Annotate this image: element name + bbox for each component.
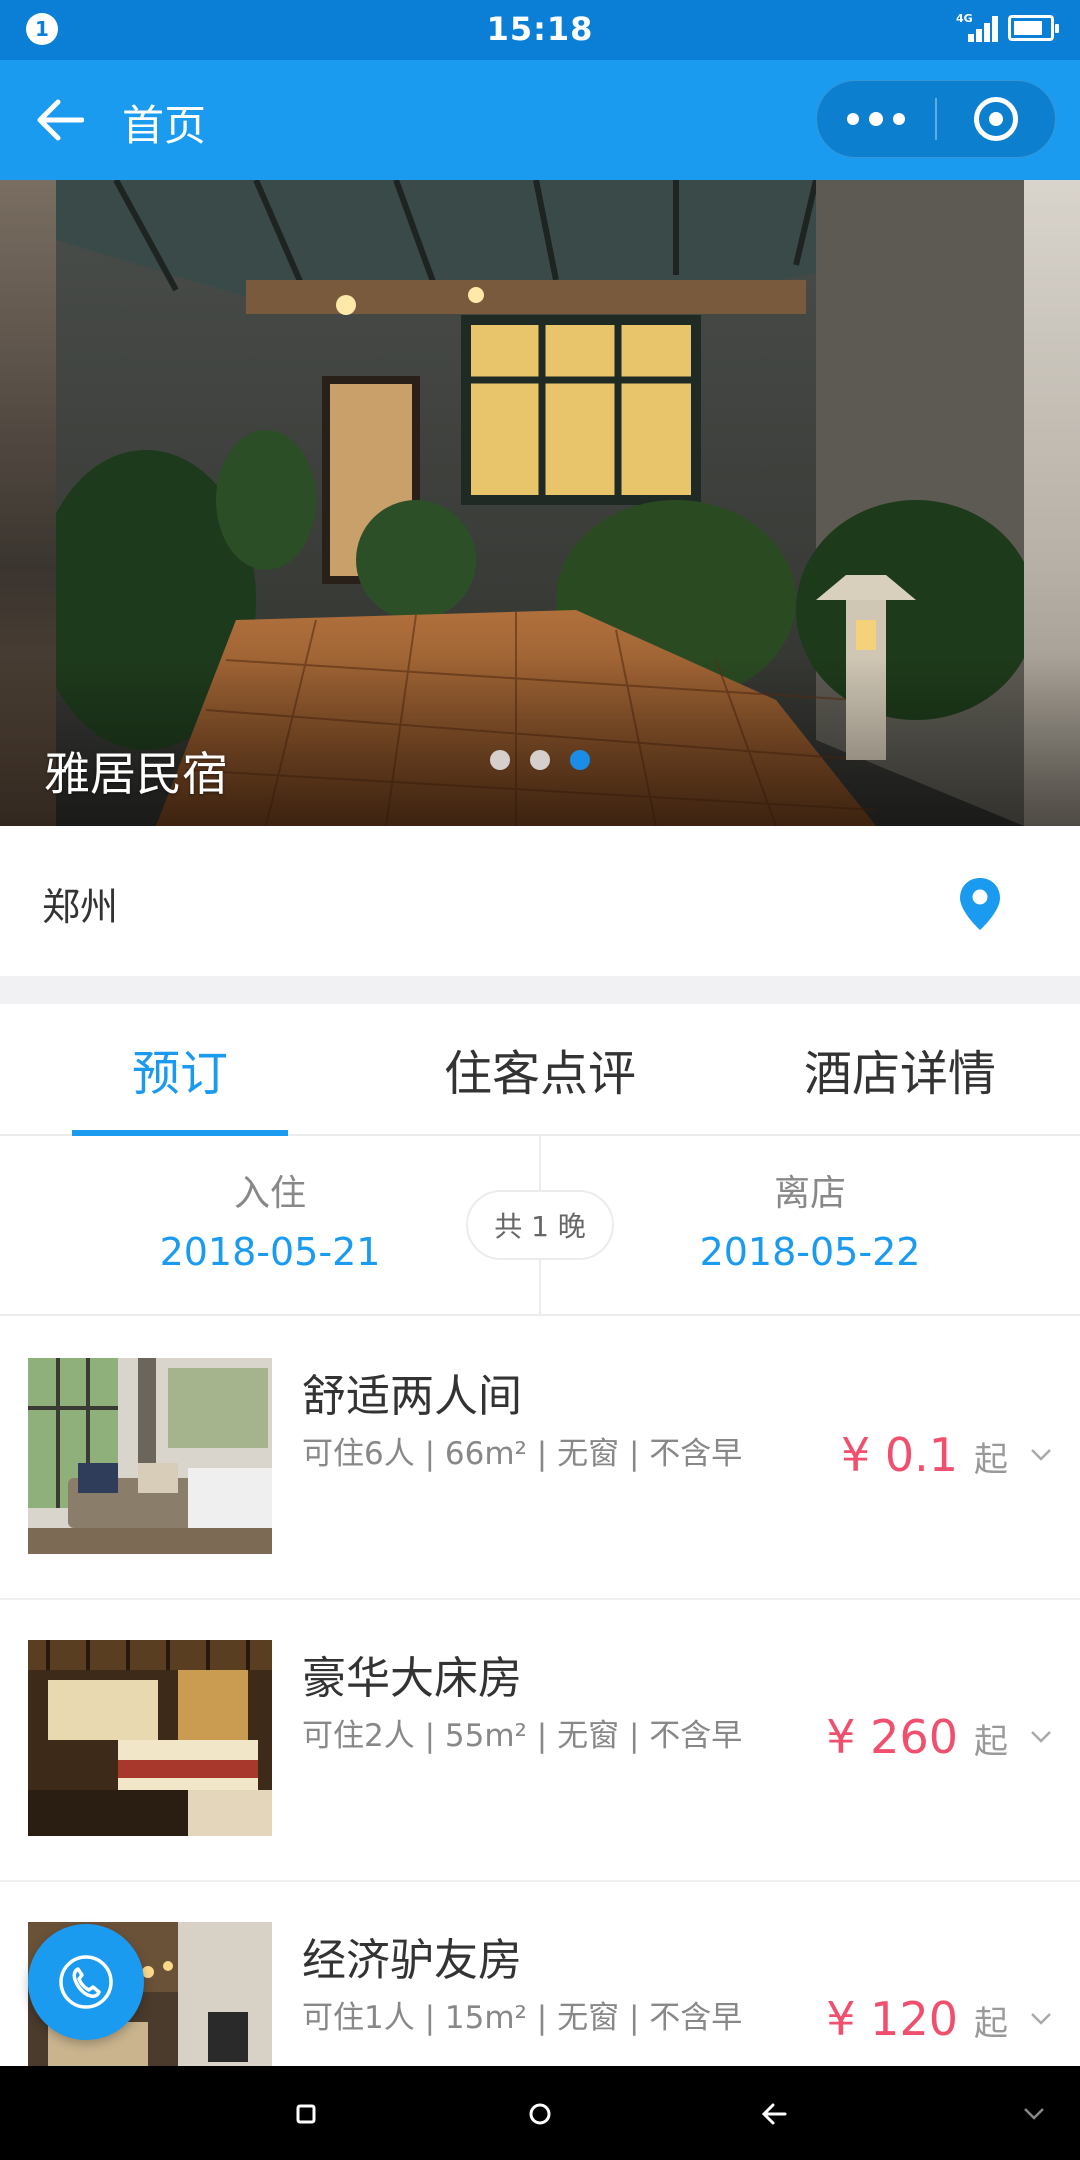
banner-title: 雅居民宿 <box>44 747 228 801</box>
location-row[interactable]: 郑州 <box>0 826 1080 976</box>
battery-icon <box>1008 15 1059 41</box>
status-bar: 1 15:18 4G <box>0 0 1080 60</box>
banner-carousel[interactable]: 雅居民宿 <box>0 180 1080 826</box>
price-value: ¥ 0.1 <box>840 1428 958 1482</box>
room-description: 可住2人 | 55m² | 无窗 | 不含早 <box>302 1718 743 1754</box>
room-item[interactable]: 豪华大床房 可住2人 | 55m² | 无窗 | 不含早 ¥ 260 起 <box>0 1600 1080 1882</box>
tab-booking[interactable]: 预订 <box>0 1004 360 1134</box>
tab-bar: 预订 住客点评 酒店详情 <box>0 1004 1080 1136</box>
room-thumbnail[interactable] <box>28 1358 272 1554</box>
pagination-dot[interactable] <box>490 750 510 770</box>
system-nav-bar <box>0 2066 1080 2160</box>
checkout-date[interactable]: 离店 2018-05-22 <box>540 1164 1080 1274</box>
phone-icon <box>59 1955 113 2009</box>
price-suffix: 起 <box>974 2004 1008 2044</box>
room-price[interactable]: ¥ 0.1 起 <box>841 1428 1052 1482</box>
status-time: 15:18 <box>486 10 594 48</box>
room-item[interactable]: 舒适两人间 可住6人 | 66m² | 无窗 | 不含早 ¥ 0.1 起 <box>0 1318 1080 1600</box>
pagination-dot-active[interactable] <box>570 750 590 770</box>
more-dots-icon[interactable] <box>817 81 935 157</box>
chevron-down-icon[interactable] <box>1030 1730 1052 1744</box>
room-price[interactable]: ¥ 120 起 <box>826 1992 1052 2046</box>
square-icon <box>296 2104 316 2124</box>
chevron-down-icon <box>1024 2108 1044 2120</box>
network-label: 4G <box>956 12 973 25</box>
checkin-value[interactable]: 2018-05-21 <box>0 1230 540 1274</box>
home-button[interactable] <box>518 2092 562 2136</box>
nights-badge: 共 1 晚 <box>466 1190 614 1260</box>
pagination-dot[interactable] <box>530 750 550 770</box>
room-thumbnail[interactable] <box>28 1640 272 1836</box>
status-icons: 4G <box>956 12 1059 44</box>
tab-reviews[interactable]: 住客点评 <box>360 1004 720 1134</box>
room-list: 舒适两人间 可住6人 | 66m² | 无窗 | 不含早 ¥ 0.1 起 豪华大… <box>0 1318 1080 2160</box>
chevron-down-icon[interactable] <box>1030 2012 1052 2026</box>
room-price[interactable]: ¥ 260 起 <box>826 1710 1052 1764</box>
price-value: ¥ 120 <box>826 1992 958 2046</box>
room-name: 舒适两人间 <box>302 1371 522 1422</box>
tab-hotel-details[interactable]: 酒店详情 <box>720 1004 1080 1134</box>
map-pin-icon[interactable] <box>958 876 1002 932</box>
chevron-down-icon[interactable] <box>1030 1448 1052 1462</box>
checkin-label: 入住 <box>233 1173 306 1214</box>
room-name: 经济驴友房 <box>302 1935 522 1986</box>
room-description: 可住6人 | 66m² | 无窗 | 不含早 <box>302 1436 743 1472</box>
page-title: 首页 <box>122 101 207 150</box>
target-icon[interactable] <box>974 97 1018 141</box>
circle-icon <box>529 2103 551 2125</box>
location-city: 郑州 <box>42 885 119 929</box>
call-button[interactable] <box>28 1924 144 2040</box>
price-suffix: 起 <box>974 1440 1008 1480</box>
back-arrow-icon[interactable] <box>36 98 84 142</box>
recents-button[interactable] <box>284 2092 328 2136</box>
room-name: 豪华大床房 <box>302 1653 522 1704</box>
mini-program-capsule <box>816 80 1056 158</box>
back-arrow-icon <box>761 2103 787 2125</box>
price-value: ¥ 260 <box>826 1710 958 1764</box>
checkout-label: 离店 <box>773 1173 846 1214</box>
checkout-value[interactable]: 2018-05-22 <box>540 1230 1080 1274</box>
capsule-close-button[interactable] <box>937 97 1055 141</box>
section-divider <box>0 976 1080 1004</box>
app-header: 首页 <box>0 60 1080 180</box>
hide-nav-button[interactable] <box>1012 2092 1056 2136</box>
checkin-date[interactable]: 入住 2018-05-21 <box>0 1164 540 1274</box>
price-suffix: 起 <box>974 1722 1008 1762</box>
banner-pagination <box>490 750 590 770</box>
signal-icon: 4G <box>956 12 998 44</box>
room-description: 可住1人 | 15m² | 无窗 | 不含早 <box>302 2000 743 2036</box>
back-button[interactable] <box>752 2092 796 2136</box>
date-selector: 入住 2018-05-21 离店 2018-05-22 共 1 晚 <box>0 1136 1080 1316</box>
